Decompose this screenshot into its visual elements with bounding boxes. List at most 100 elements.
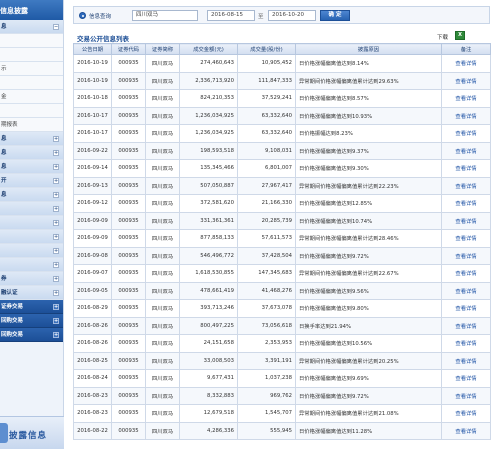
sidebar-footer-banner[interactable]: 披露信息 (0, 416, 64, 449)
sidebar-item-label: 证券交易 (1, 304, 24, 310)
main-content: 信息查询 四川双马 2016-08-15 至 2016-10-20 确 定 交易… (73, 0, 491, 449)
volume-cell: 2,353,953 (237, 334, 296, 353)
sidebar-item[interactable]: + (0, 258, 63, 272)
sidebar-item[interactable]: 息 − (0, 20, 63, 34)
sidebar-item[interactable]: 回购交易 + (0, 314, 63, 328)
sidebar-item[interactable]: 回购交易 + (0, 328, 63, 342)
amount-cell: 372,581,620 (179, 194, 238, 213)
expand-icon[interactable]: + (53, 220, 59, 226)
sidebar-item[interactable]: 示 (0, 62, 63, 76)
date-from-input[interactable]: 2016-08-15 (207, 10, 255, 21)
view-details-link[interactable]: 查看详情 (441, 89, 491, 108)
view-details-link[interactable]: 查看详情 (441, 141, 491, 160)
view-details-link[interactable]: 查看详情 (441, 176, 491, 195)
expand-icon[interactable]: + (53, 150, 59, 156)
sidebar-item[interactable] (0, 104, 63, 118)
sidebar-item[interactable]: + (0, 216, 63, 230)
table-body: 2016-10-19 000935 四川双马 274,460,643 10,905,45… (73, 54, 491, 440)
view-details-link[interactable]: 查看详情 (441, 124, 491, 143)
expand-icon[interactable]: + (53, 192, 59, 198)
expand-icon[interactable]: + (53, 206, 59, 212)
view-details-link[interactable]: 查看详情 (441, 159, 491, 178)
expand-icon[interactable]: + (53, 304, 59, 310)
sidebar-item-label: 期报表 (1, 122, 18, 128)
view-details-link[interactable]: 查看详情 (441, 106, 491, 125)
view-details-link[interactable]: 查看详情 (441, 334, 491, 353)
view-details-link[interactable]: 查看详情 (441, 404, 491, 423)
view-details-link[interactable]: 查看详情 (441, 211, 491, 230)
view-details-link[interactable]: 查看详情 (441, 299, 491, 318)
view-details-link[interactable]: 查看详情 (441, 71, 491, 90)
announce-date-cell: 2016-09-07 (73, 264, 112, 283)
sidebar-item[interactable]: 券 + (0, 272, 63, 286)
view-details-link[interactable]: 查看详情 (441, 316, 491, 335)
date-to-input[interactable]: 2016-10-20 (268, 10, 316, 21)
announce-date-cell: 2016-08-25 (73, 351, 112, 370)
sidebar-item[interactable]: + (0, 202, 63, 216)
download-link[interactable]: 下载 (437, 33, 448, 41)
table-row: 2016-09-12 000935 四川双马 372,581,620 21,166,33… (73, 194, 491, 213)
volume-cell: 73,056,618 (237, 316, 296, 335)
amount-cell: 507,050,887 (179, 176, 238, 195)
announce-date-cell: 2016-09-13 (73, 176, 112, 195)
table-row: 2016-08-23 000935 四川双马 8,332,883 969,762 日价格涨… (73, 386, 491, 405)
sidebar-item[interactable]: 息 + (0, 188, 63, 202)
amount-cell: 33,008,503 (179, 351, 238, 370)
table-row: 2016-09-09 000935 四川双马 331,361,361 20,285,73… (73, 211, 491, 230)
confirm-button[interactable]: 确 定 (320, 10, 350, 21)
sidebar-item-label: 回购交易 (1, 318, 24, 324)
table-row: 2016-09-14 000935 四川双马 135,345,466 6,801,007… (73, 159, 491, 178)
expand-icon[interactable]: + (53, 332, 59, 338)
stock-code-cell: 000935 (111, 421, 146, 440)
sidebar-item[interactable] (0, 34, 63, 48)
volume-cell: 1,037,238 (237, 369, 296, 388)
expand-icon[interactable]: + (53, 262, 59, 268)
view-details-link[interactable]: 查看详情 (441, 351, 491, 370)
sidebar-item[interactable]: + (0, 244, 63, 258)
query-label: 信息查询 (89, 14, 112, 20)
sidebar-item[interactable]: 开 + (0, 174, 63, 188)
volume-cell: 3,391,191 (237, 351, 296, 370)
stock-code-cell: 000935 (111, 299, 146, 318)
reason-cell: 日价格涨幅偏离值达到10.93% (295, 106, 442, 125)
expand-icon[interactable]: + (53, 290, 59, 296)
volume-cell: 147,345,683 (237, 264, 296, 283)
view-details-link[interactable]: 查看详情 (441, 246, 491, 265)
view-details-link[interactable]: 查看详情 (441, 194, 491, 213)
query-radio[interactable] (79, 12, 86, 19)
sidebar-item[interactable]: 息 + (0, 160, 63, 174)
stock-name-cell: 四川双马 (145, 264, 180, 283)
expand-icon[interactable]: + (53, 276, 59, 282)
view-details-link[interactable]: 查看详情 (441, 229, 491, 248)
expand-icon[interactable]: + (53, 164, 59, 170)
sidebar-item[interactable]: 期报表 (0, 118, 63, 132)
view-details-link[interactable]: 查看详情 (441, 386, 491, 405)
excel-icon[interactable]: X (455, 31, 465, 40)
sidebar-item-label: 息 (1, 192, 7, 198)
expand-icon[interactable]: + (53, 248, 59, 254)
expand-icon[interactable]: + (53, 318, 59, 324)
sidebar-item[interactable]: 融认证 + (0, 286, 63, 300)
announce-date-cell: 2016-10-17 (73, 106, 112, 125)
sidebar-item[interactable]: 息 + (0, 132, 63, 146)
sidebar-item[interactable] (0, 48, 63, 62)
sidebar-item[interactable]: 息 + (0, 146, 63, 160)
sidebar-item[interactable] (0, 76, 63, 90)
view-details-link[interactable]: 查看详情 (441, 54, 491, 73)
sidebar-item[interactable]: 证券交易 + (0, 300, 63, 314)
expand-icon[interactable]: + (53, 136, 59, 142)
collapse-icon[interactable]: − (53, 24, 59, 30)
reason-cell: 日换手率达到21.94% (295, 316, 442, 335)
expand-icon[interactable]: + (53, 178, 59, 184)
sidebar-item[interactable]: 金 (0, 90, 63, 104)
view-details-link[interactable]: 查看详情 (441, 421, 491, 440)
reason-cell: 异常期间价格涨幅偏离值累计达到20.25% (295, 351, 442, 370)
view-details-link[interactable]: 查看详情 (441, 281, 491, 300)
announce-date-cell: 2016-08-26 (73, 316, 112, 335)
sidebar-item[interactable]: + (0, 230, 63, 244)
view-details-link[interactable]: 查看详情 (441, 369, 491, 388)
expand-icon[interactable]: + (53, 234, 59, 240)
amount-cell: 1,236,034,925 (179, 106, 238, 125)
view-details-link[interactable]: 查看详情 (441, 264, 491, 283)
stock-input[interactable]: 四川双马 (132, 10, 198, 21)
